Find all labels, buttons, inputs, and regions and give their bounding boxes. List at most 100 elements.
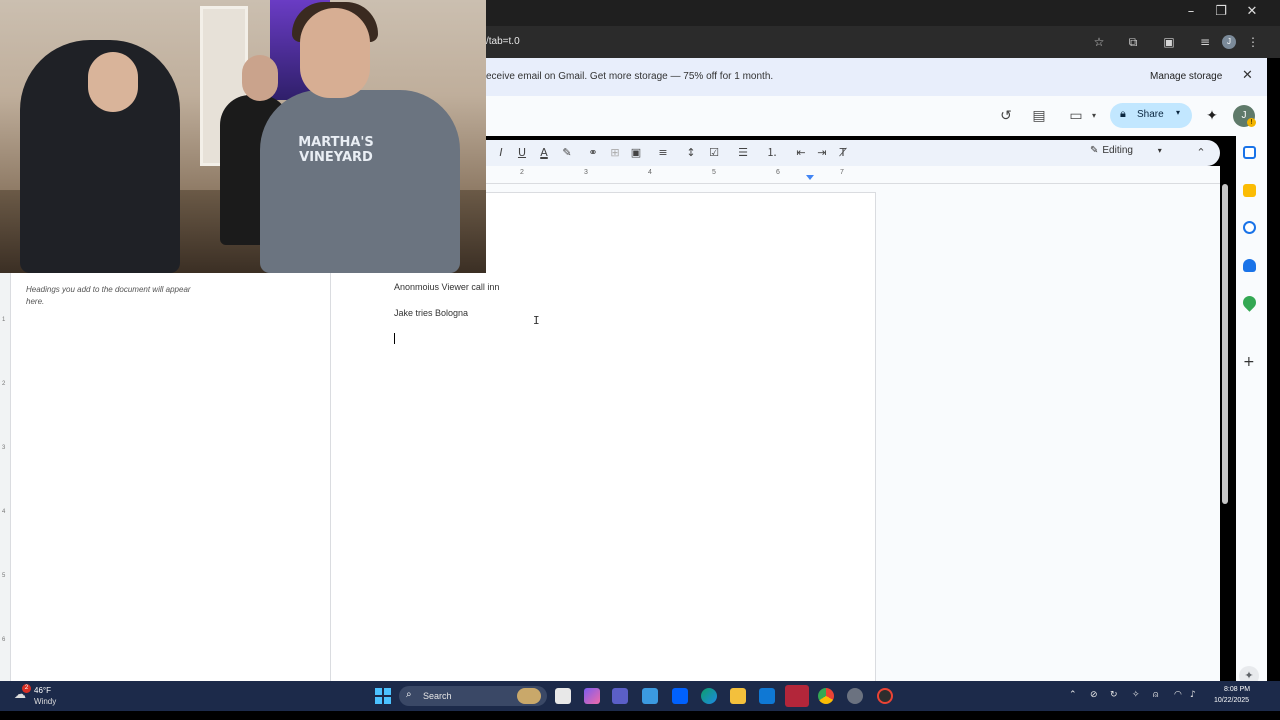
chrome-alt-icon[interactable] (877, 688, 893, 704)
settings-gear-icon[interactable] (847, 688, 863, 704)
ruler-number: 3 (584, 169, 588, 176)
wifi-icon[interactable]: ◠ (1174, 690, 1182, 700)
ruler-number: 2 (520, 169, 524, 176)
checklist-icon[interactable]: ☑ (706, 145, 722, 161)
ruler-number: 7 (840, 169, 844, 176)
extensions-icon[interactable]: ⧉ (1124, 33, 1142, 51)
gemini-icon[interactable]: ✦ (1202, 106, 1222, 126)
webcam-person-left-head (88, 52, 138, 112)
vruler-number: 5 (2, 573, 6, 579)
numbered-list-icon[interactable]: ⒈ (764, 145, 780, 161)
search-highlight-icon[interactable] (517, 688, 541, 704)
windows-taskbar (0, 681, 1280, 711)
highlight-color-icon[interactable]: ✎ (559, 145, 575, 161)
vruler-number: 4 (2, 509, 6, 515)
increase-indent-icon[interactable]: ⇥ (814, 145, 830, 161)
text-color-button[interactable]: A (536, 145, 552, 161)
editing-mode-label: Editing (1102, 145, 1133, 156)
account-alert-badge: ! (1247, 118, 1256, 127)
pencil-icon: ✎ (1090, 145, 1099, 156)
tab-search-icon[interactable]: ▣ (1160, 33, 1178, 51)
weather-temperature[interactable]: 46°F (34, 686, 51, 695)
restore-button[interactable]: ❐ (1206, 4, 1236, 19)
chrome-icon[interactable] (818, 688, 834, 704)
tray-chevron-icon[interactable]: ⌃ (1069, 690, 1077, 700)
mail-icon[interactable] (759, 688, 775, 704)
document-outline-panel (11, 273, 331, 681)
browser-profile-avatar[interactable]: J (1222, 35, 1236, 49)
share-dropdown-icon[interactable]: ▾ (1176, 108, 1180, 117)
meet-dropdown-icon[interactable]: ▾ (1084, 106, 1104, 126)
banner-close-icon[interactable]: ✕ (1242, 68, 1253, 83)
add-comment-icon[interactable]: ⊞ (607, 145, 623, 161)
line-spacing-icon[interactable]: ↕ (683, 145, 699, 161)
meet-camera-icon[interactable]: ▭ (1066, 106, 1086, 126)
get-addons-plus-icon[interactable]: + (1243, 354, 1255, 370)
vruler-number: 6 (2, 637, 6, 643)
volume-icon[interactable]: ♪ (1190, 690, 1196, 700)
insert-image-icon[interactable]: ▣ (628, 145, 644, 161)
edge-icon[interactable] (701, 688, 717, 704)
bulleted-list-icon[interactable]: ☰ (735, 145, 751, 161)
browser-menu-icon[interactable]: ⋮ (1244, 33, 1262, 51)
vruler-number: 1 (2, 317, 6, 323)
weather-badge: 2 (22, 684, 31, 693)
clock-time[interactable]: 8:08 PM (1224, 686, 1250, 693)
hide-menus-chevron-icon[interactable]: ⌃ (1193, 145, 1209, 161)
task-view-icon[interactable] (555, 688, 571, 704)
contacts-icon[interactable] (1243, 259, 1256, 272)
decrease-indent-icon[interactable]: ⇤ (793, 145, 809, 161)
url-text[interactable]: /tab=t.0 (486, 36, 520, 47)
search-label: Search (423, 691, 452, 701)
comments-icon[interactable]: ▤ (1029, 106, 1049, 126)
manage-storage-button[interactable]: Manage storage (1150, 71, 1222, 82)
minimize-button[interactable]: – (1176, 4, 1206, 19)
dropbox-icon[interactable] (672, 688, 688, 704)
right-indent-marker[interactable] (806, 175, 814, 180)
webcam-overlay: MARTHA'S VINEYARD (0, 0, 486, 273)
calendar-icon[interactable] (1243, 146, 1256, 159)
microphone-icon[interactable]: ⍝ (1153, 690, 1158, 700)
document-line[interactable]: Anonmoius Viewer call inn (394, 282, 499, 292)
copilot-icon[interactable] (584, 688, 600, 704)
vertical-scrollbar[interactable] (1222, 184, 1228, 504)
webcam-person-right-head (300, 8, 370, 98)
sync-icon[interactable]: ↻ (1110, 690, 1118, 700)
version-history-icon[interactable]: ↺ (996, 106, 1016, 126)
editing-mode-dropdown[interactable]: ✎ Editing ▾ (1090, 145, 1162, 156)
store-icon[interactable] (642, 688, 658, 704)
text-caret (394, 333, 395, 344)
insert-link-icon[interactable]: ⚭ (585, 145, 601, 161)
tray-app-icon[interactable]: ⊘ (1090, 690, 1098, 700)
webcam-person-middle-head (242, 55, 278, 101)
tasks-icon[interactable] (1243, 221, 1256, 234)
share-label: Share (1137, 109, 1164, 120)
italic-button[interactable]: I (493, 145, 509, 161)
screen: – ❐ ✕ /tab=t.0 ☆ ⧉ ▣ ≡ J ⋮ eceive email … (0, 0, 1280, 720)
search-icon: ⌕ (406, 689, 412, 700)
vertical-ruler[interactable]: 1 2 3 4 5 6 (0, 273, 11, 681)
underline-button[interactable]: U (514, 145, 530, 161)
side-panel (1236, 136, 1267, 681)
webcam-person-right (260, 90, 460, 273)
horizontal-ruler[interactable] (486, 166, 1220, 184)
keep-icon[interactable] (1243, 184, 1256, 197)
bookmark-star-icon[interactable]: ☆ (1090, 33, 1108, 51)
vruler-number: 3 (2, 445, 6, 451)
webcam-shirt-text: MARTHA'S VINEYARD (298, 135, 374, 165)
align-left-icon[interactable]: ≡ (655, 145, 671, 161)
file-explorer-icon[interactable] (730, 688, 746, 704)
document-line[interactable]: Jake tries Bologna (394, 308, 468, 318)
media-controls-icon[interactable]: ≡ (1196, 33, 1214, 51)
lock-icon: 🔒︎ (1120, 107, 1126, 120)
outline-empty-hint: Headings you add to the document will ap… (26, 285, 191, 306)
tray-app2-icon[interactable]: ✧ (1132, 690, 1140, 700)
recording-app-icon[interactable] (785, 685, 809, 707)
ruler-number: 4 (648, 169, 652, 176)
clear-formatting-icon[interactable]: Ⱦ (835, 145, 851, 161)
teams-icon[interactable] (612, 688, 628, 704)
clock-date[interactable]: 10/22/2025 (1214, 697, 1249, 704)
weather-description[interactable]: Windy (34, 697, 56, 706)
start-button[interactable] (375, 688, 391, 704)
close-window-button[interactable]: ✕ (1237, 4, 1267, 19)
